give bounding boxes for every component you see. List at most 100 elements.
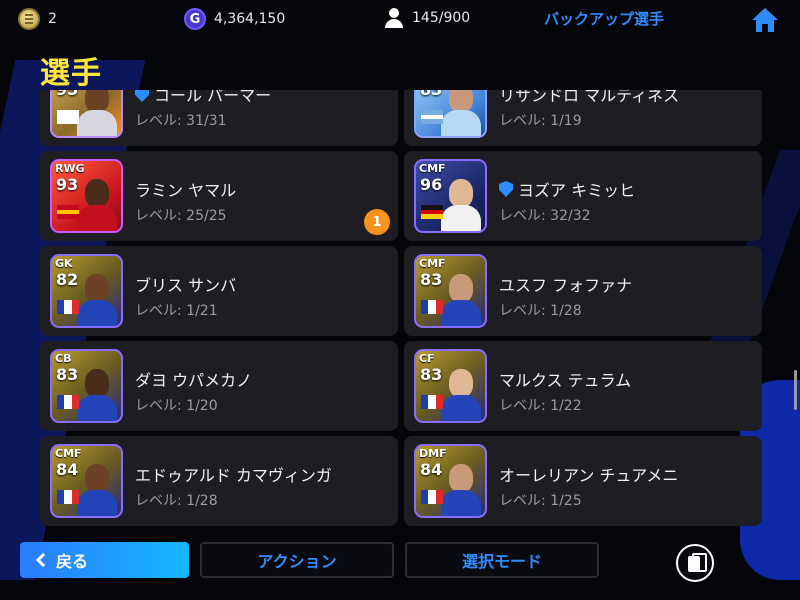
flag-icon (57, 205, 79, 220)
notification-badge: 1 (364, 209, 390, 235)
player-photo (441, 456, 481, 516)
player-name-row: ラミン ヤマル (135, 177, 236, 201)
player-name: コール パーマー (154, 90, 272, 105)
player-photo (441, 361, 481, 421)
player-photo (77, 171, 117, 231)
gp-count: 4,364,150 (214, 11, 286, 27)
select-mode-label: 選択モード (461, 552, 542, 571)
player-level: レベル: 1/22 (499, 398, 582, 414)
backup-players-link[interactable]: バックアップ選手 (544, 8, 664, 29)
action-label: アクション (257, 552, 337, 571)
player-card[interactable]: CMF 96 ヨズア キミッヒ レベル: 32/32 (404, 151, 762, 241)
action-button[interactable]: アクション (200, 542, 394, 578)
player-photo (77, 266, 117, 326)
player-rating: 82 (56, 270, 79, 289)
player-name-row: ヨズア キミッヒ (499, 177, 635, 201)
person-icon (384, 8, 404, 28)
player-name-row: コール パーマー (135, 90, 271, 106)
player-level: レベル: 1/20 (135, 398, 218, 414)
player-card[interactable]: CMF 84 エドゥアルド カマヴィンガ レベル: 1/28 (40, 436, 398, 526)
player-thumbnail: 95 (50, 90, 123, 138)
player-thumbnail: CMF 83 (414, 254, 487, 328)
flag-icon (421, 395, 443, 409)
player-level: レベル: 1/25 (499, 493, 582, 509)
flag-icon (57, 300, 79, 314)
player-thumbnail: CB 83 (50, 349, 123, 423)
home-icon (752, 8, 778, 32)
card-view-button[interactable] (676, 544, 714, 582)
player-rating: 83 (420, 270, 443, 289)
player-name: マルクス テュラム (499, 371, 632, 390)
player-thumbnail: CF 83 (414, 349, 487, 423)
player-position: RWG (55, 162, 85, 175)
player-card[interactable]: RWG 93 ラミン ヤマル レベル: 25/25 1 (40, 151, 398, 241)
player-name: オーレリアン チュアメニ (499, 466, 679, 485)
player-level: レベル: 1/28 (135, 493, 218, 509)
player-rating: 84 (420, 460, 443, 479)
player-position: CMF (419, 162, 446, 175)
player-grid: 95 コール パーマー レベル: 31/31 83 リサンドロ マルティネス (40, 90, 762, 526)
player-position: GK (55, 257, 73, 270)
player-card[interactable]: CF 83 マルクス テュラム レベル: 1/22 (404, 341, 762, 431)
player-rating: 83 (420, 90, 442, 99)
player-photo (441, 266, 481, 326)
player-name: ヨズア キミッヒ (518, 181, 636, 200)
player-photo (441, 90, 481, 136)
player-level: レベル: 1/21 (135, 303, 218, 319)
player-name: ダヨ ウパメカノ (135, 371, 253, 390)
player-card[interactable]: 95 コール パーマー レベル: 31/31 (40, 90, 398, 146)
page-title: 選手 (40, 56, 102, 91)
player-position: DMF (419, 447, 447, 460)
player-name-row: ダヨ ウパメカノ (135, 367, 252, 391)
player-card[interactable]: DMF 84 オーレリアン チュアメニ レベル: 1/25 (404, 436, 762, 526)
flag-icon (421, 490, 443, 504)
player-rating: 96 (420, 175, 443, 194)
player-photo (77, 456, 117, 516)
top-bar: 2 G 4,364,150 145/900 バックアップ選手 (0, 0, 800, 38)
player-name-row: ユスフ フォファナ (499, 272, 632, 296)
flag-icon (57, 395, 79, 409)
player-level: レベル: 31/31 (135, 113, 227, 129)
player-name: エドゥアルド カマヴィンガ (135, 466, 332, 485)
flag-icon (421, 205, 443, 220)
back-button[interactable]: 戻る (20, 542, 189, 578)
player-thumbnail: CMF 84 (50, 444, 123, 518)
player-name-row: ブリス サンバ (135, 272, 236, 296)
player-position: CMF (419, 257, 446, 270)
player-name: ラミン ヤマル (135, 181, 237, 200)
flag-icon (57, 490, 79, 504)
player-rating: 83 (56, 365, 79, 384)
player-rating: 93 (56, 175, 79, 194)
player-level: レベル: 1/28 (499, 303, 582, 319)
scrollbar[interactable] (794, 370, 797, 410)
player-card[interactable]: 83 リサンドロ マルティネス レベル: 1/19 (404, 90, 762, 146)
select-mode-button[interactable]: 選択モード (405, 542, 599, 578)
player-thumbnail: GK 82 (50, 254, 123, 328)
player-card[interactable]: GK 82 ブリス サンバ レベル: 1/21 (40, 246, 398, 336)
gp-icon: G (184, 8, 206, 30)
player-list[interactable]: 95 コール パーマー レベル: 31/31 83 リサンドロ マルティネス (40, 90, 762, 532)
verified-shield-icon (135, 90, 149, 102)
back-label: 戻る (56, 552, 89, 571)
player-card[interactable]: CMF 83 ユスフ フォファナ レベル: 1/28 (404, 246, 762, 336)
flag-icon (421, 110, 443, 125)
player-name: ユスフ フォファナ (499, 276, 633, 295)
player-level: レベル: 32/32 (499, 208, 591, 224)
player-position: CMF (55, 447, 82, 460)
player-photo (77, 90, 117, 136)
player-thumbnail: RWG 93 (50, 159, 123, 233)
player-card[interactable]: CB 83 ダヨ ウパメカノ レベル: 1/20 (40, 341, 398, 431)
verified-shield-icon (499, 181, 513, 197)
coins-stat: 2 (18, 8, 57, 30)
player-thumbnail: 83 (414, 90, 487, 138)
player-name-row: エドゥアルド カマヴィンガ (135, 462, 332, 486)
flag-icon (421, 300, 443, 314)
player-name: ブリス サンバ (135, 276, 237, 295)
home-button[interactable] (750, 6, 780, 34)
player-rating: 84 (56, 460, 79, 479)
gp-stat: G 4,364,150 (184, 8, 285, 30)
player-level: レベル: 25/25 (135, 208, 227, 224)
player-name: リサンドロ マルティネス (499, 90, 680, 105)
player-level: レベル: 1/19 (499, 113, 582, 129)
cards-icon (688, 553, 707, 572)
